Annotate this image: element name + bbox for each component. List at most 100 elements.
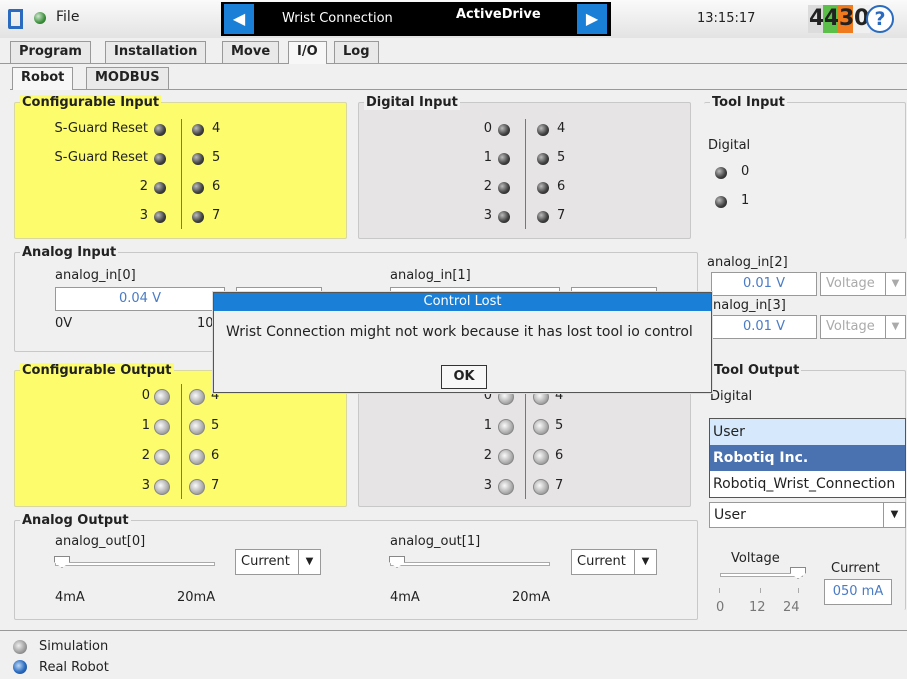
subtab-robot[interactable]: Robot (12, 67, 74, 90)
dialog-message: Wrist Connection might not work because … (226, 324, 693, 340)
config-output-led-icon[interactable] (189, 479, 205, 495)
tick (760, 588, 761, 593)
digital-output-led-icon[interactable] (533, 419, 549, 435)
help-icon[interactable]: ? (866, 5, 894, 33)
chevron-down-icon: ▼ (885, 273, 905, 295)
analog-out1-min: 4mA (390, 590, 420, 605)
tool-output-select[interactable]: User ▼ (709, 502, 906, 528)
digital-input-led-icon (498, 124, 510, 136)
real-robot-label[interactable]: Real Robot (39, 660, 109, 675)
config-input-led-icon (154, 211, 166, 223)
ur-logo-icon (8, 9, 23, 29)
voltage-tick-24: 24 (783, 600, 800, 615)
program-title: ActiveDrive (456, 7, 541, 22)
config-input-led-icon (192, 124, 204, 136)
divider (181, 384, 182, 499)
config-output-led-icon[interactable] (189, 419, 205, 435)
config-output-label-5: 5 (211, 418, 220, 433)
tool-input-title: Tool Input (710, 95, 787, 110)
digital-output-label-1: 1 (483, 418, 492, 433)
digital-input-label-1: 1 (483, 150, 492, 165)
tab-move[interactable]: Move (222, 41, 280, 63)
config-input-label-0: S-Guard Reset (54, 121, 148, 136)
ok-button[interactable]: OK (441, 365, 487, 389)
program-bar (221, 2, 611, 36)
digital-input-title: Digital Input (364, 95, 460, 110)
config-input-led-icon (154, 153, 166, 165)
analog-out0-max: 20mA (177, 590, 216, 605)
voltage-slider-track[interactable] (720, 573, 803, 577)
tab-installation[interactable]: Installation (105, 41, 207, 63)
current-label: Current (831, 561, 880, 576)
config-output-label-1: 1 (141, 418, 150, 433)
analog-out1-slider-track[interactable] (390, 562, 550, 566)
control-lost-dialog: Control Lost Wrist Connection might not … (213, 292, 712, 393)
digital-input-led-icon (537, 124, 549, 136)
config-output-led-icon[interactable] (154, 419, 170, 435)
config-input-label-7: 7 (212, 208, 221, 223)
tick (798, 588, 799, 593)
config-input-led-icon (154, 124, 166, 136)
tool-analog-in2-value: 0.01 V (711, 272, 817, 296)
option-user[interactable]: User (710, 419, 905, 445)
option-robotiq-inc[interactable]: Robotiq Inc. (710, 445, 905, 471)
current-field[interactable]: 050 mA (824, 579, 892, 605)
tool-input-0-label: 0 (741, 164, 750, 179)
analog-out0-mode-select[interactable]: Current ▼ (235, 549, 321, 575)
tool-output-title: Tool Output (712, 363, 802, 378)
file-menu[interactable]: File (56, 9, 79, 25)
tool-analog-in2-mode: Voltage (826, 276, 875, 291)
tool-analog-in2-mode-select[interactable]: Voltage ▼ (820, 272, 906, 296)
digital-output-led-icon[interactable] (533, 449, 549, 465)
header-bar: File ◀ Wrist Connection ActiveDrive ▶ 13… (0, 0, 907, 38)
chevron-down-icon: ▼ (885, 316, 905, 338)
config-output-label-2: 2 (141, 448, 150, 463)
tool-analog-in3-value: 0.01 V (711, 315, 817, 339)
digital-output-led-icon[interactable] (498, 479, 514, 495)
digital-output-label-7: 7 (555, 478, 564, 493)
analog-input-title: Analog Input (20, 245, 119, 260)
footer-divider (0, 630, 907, 631)
divider (525, 119, 526, 229)
analog-out0-slider-track[interactable] (55, 562, 215, 566)
subtab-modbus[interactable]: MODBUS (86, 67, 169, 89)
analog-out1-mode-select[interactable]: Current ▼ (571, 549, 657, 575)
config-output-led-icon[interactable] (154, 479, 170, 495)
digital-output-label-3: 3 (483, 478, 492, 493)
simulation-radio-icon[interactable] (13, 640, 27, 654)
config-input-label-1: S-Guard Reset (54, 150, 148, 165)
digital-input-label-6: 6 (557, 179, 566, 194)
digital-input-led-icon (498, 153, 510, 165)
config-output-led-icon[interactable] (189, 449, 205, 465)
tool-output-selected: User (714, 507, 746, 523)
tab-log[interactable]: Log (334, 41, 379, 63)
digital-input-led-icon (537, 182, 549, 194)
simulation-label[interactable]: Simulation (39, 639, 108, 654)
tool-input-panel (704, 102, 906, 239)
option-robotiq-wrist-connection[interactable]: Robotiq_Wrist_Connection (710, 471, 905, 497)
prev-arrow-icon[interactable]: ◀ (224, 4, 254, 34)
real-robot-radio-icon[interactable] (13, 660, 27, 674)
config-output-led-icon[interactable] (189, 389, 205, 405)
analog-out0-min: 4mA (55, 590, 85, 605)
voltage-tick-0: 0 (716, 600, 725, 615)
tab-program[interactable]: Program (10, 41, 91, 63)
config-output-led-icon[interactable] (154, 449, 170, 465)
config-output-led-icon[interactable] (154, 389, 170, 405)
config-output-label-0: 0 (141, 388, 150, 403)
next-arrow-icon[interactable]: ▶ (577, 4, 607, 34)
digital-input-led-icon (537, 211, 549, 223)
config-output-label-3: 3 (141, 478, 150, 493)
digital-output-led-icon[interactable] (498, 419, 514, 435)
tool-analog-in3-mode: Voltage (826, 319, 875, 334)
digital-output-led-icon[interactable] (498, 449, 514, 465)
analog-out1-max: 20mA (512, 590, 551, 605)
tool-analog-in3-mode-select[interactable]: Voltage ▼ (820, 315, 906, 339)
digital-output-led-icon[interactable] (533, 479, 549, 495)
tab-divider (0, 63, 907, 64)
tool-output-digital-label: Digital (710, 389, 753, 404)
digital-output-label-6: 6 (555, 448, 564, 463)
tool-analog-in3-label: nalog_in[3] (713, 298, 786, 313)
tab-io[interactable]: I/O (288, 41, 327, 64)
chevron-down-icon: ▼ (634, 550, 656, 574)
